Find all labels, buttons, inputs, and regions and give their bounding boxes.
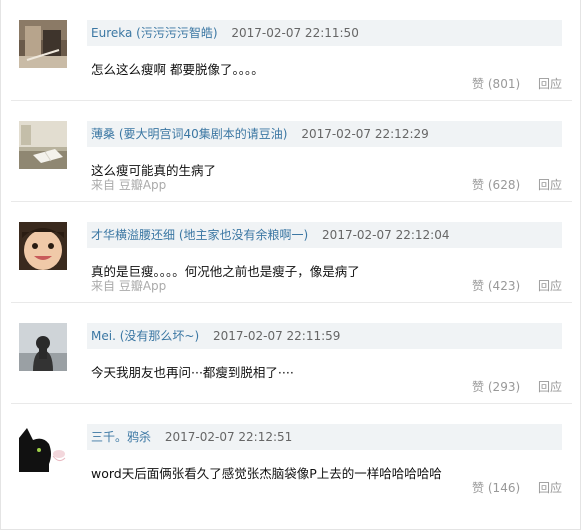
comment-item: Mei. (没有那么坏~) 2017-02-07 22:11:59 今天我朋友也… bbox=[1, 303, 581, 404]
child-face-avatar-icon[interactable] bbox=[19, 222, 67, 270]
author-note: (地主家也没有余粮啊一) bbox=[178, 228, 309, 242]
comment-list: Eureka (污污污污智皓) 2017-02-07 22:11:50 怎么这么… bbox=[0, 0, 581, 530]
comment-text: word天后面俩张看久了感觉张杰脑袋像P上去的一样哈哈哈哈哈 bbox=[91, 466, 442, 481]
reply-button[interactable]: 回应 bbox=[538, 77, 562, 91]
author-link[interactable]: 薄桑 bbox=[91, 127, 115, 141]
comment-text: 怎么这么瘦啊 都要脱像了。。。。 bbox=[91, 62, 264, 77]
like-count: (293) bbox=[487, 380, 521, 394]
comment-header: 才华横溢腰还细 (地主家也没有余粮啊一) 2017-02-07 22:12:04 bbox=[87, 222, 562, 248]
comment-text: 今天我朋友也再问···都瘦到脱相了···· bbox=[91, 365, 294, 380]
comment-time: 2017-02-07 22:12:29 bbox=[301, 127, 429, 141]
author-link[interactable]: 才华横溢腰还细 bbox=[91, 228, 175, 242]
black-cat-avatar-icon[interactable] bbox=[19, 424, 67, 472]
author-note: (没有那么坏~) bbox=[119, 329, 200, 343]
comment-item: 才华横溢腰还细 (地主家也没有余粮啊一) 2017-02-07 22:12:04… bbox=[1, 202, 581, 303]
comment-item: 三千。鸦杀 2017-02-07 22:12:51 word天后面俩张看久了感觉… bbox=[1, 404, 581, 505]
author-note: (要大明宫词40集剧本的请豆油) bbox=[118, 127, 288, 141]
comment-header: Mei. (没有那么坏~) 2017-02-07 22:11:59 bbox=[87, 323, 562, 349]
author-link[interactable]: Eureka bbox=[91, 26, 132, 40]
comment-actions: 赞 (628) 回应 bbox=[472, 176, 562, 193]
like-count: (801) bbox=[487, 77, 521, 91]
comment-time: 2017-02-07 22:11:50 bbox=[231, 26, 359, 40]
comment-actions: 赞 (801) 回应 bbox=[472, 75, 562, 92]
comment-actions: 赞 (293) 回应 bbox=[472, 378, 562, 395]
comment-item: Eureka (污污污污智皓) 2017-02-07 22:11:50 怎么这么… bbox=[1, 0, 581, 101]
like-label: 赞 bbox=[472, 178, 485, 192]
like-count: (423) bbox=[487, 279, 521, 293]
like-label: 赞 bbox=[472, 380, 485, 394]
like-button[interactable]: 赞 (423) bbox=[472, 279, 520, 293]
comment-time: 2017-02-07 22:11:59 bbox=[212, 329, 341, 343]
like-count: (628) bbox=[487, 178, 521, 192]
reply-button[interactable]: 回应 bbox=[538, 279, 562, 293]
comment-actions: 赞 (146) 回应 bbox=[472, 479, 562, 496]
comment-source: 来自 豆瓣App bbox=[91, 279, 167, 293]
photo-avatar-icon[interactable] bbox=[19, 20, 67, 68]
comment-time: 2017-02-07 22:12:51 bbox=[164, 430, 293, 444]
like-button[interactable]: 赞 (801) bbox=[472, 77, 520, 91]
comment-header: 薄桑 (要大明宫词40集剧本的请豆油) 2017-02-07 22:12:29 bbox=[87, 121, 562, 147]
comment-source: 来自 豆瓣App bbox=[91, 178, 167, 192]
like-count: (146) bbox=[487, 481, 521, 495]
like-label: 赞 bbox=[472, 77, 485, 91]
like-button[interactable]: 赞 (628) bbox=[472, 178, 520, 192]
author-note: (污污污污智皓) bbox=[136, 26, 218, 40]
like-button[interactable]: 赞 (293) bbox=[472, 380, 520, 394]
like-label: 赞 bbox=[472, 279, 485, 293]
comment-actions: 赞 (423) 回应 bbox=[472, 277, 562, 294]
reply-button[interactable]: 回应 bbox=[538, 178, 562, 192]
reply-button[interactable]: 回应 bbox=[538, 380, 562, 394]
comment-time: 2017-02-07 22:12:04 bbox=[322, 228, 450, 242]
comment-header: 三千。鸦杀 2017-02-07 22:12:51 bbox=[87, 424, 562, 450]
author-link[interactable]: Mei. bbox=[91, 329, 116, 343]
book-avatar-icon[interactable] bbox=[19, 121, 67, 169]
like-label: 赞 bbox=[472, 481, 485, 495]
like-button[interactable]: 赞 (146) bbox=[472, 481, 520, 495]
comment-item: 薄桑 (要大明宫词40集剧本的请豆油) 2017-02-07 22:12:29 … bbox=[1, 101, 581, 202]
reply-button[interactable]: 回应 bbox=[538, 481, 562, 495]
author-link[interactable]: 三千。鸦杀 bbox=[91, 430, 151, 444]
comment-header: Eureka (污污污污智皓) 2017-02-07 22:11:50 bbox=[87, 20, 562, 46]
person-back-avatar-icon[interactable] bbox=[19, 323, 67, 371]
